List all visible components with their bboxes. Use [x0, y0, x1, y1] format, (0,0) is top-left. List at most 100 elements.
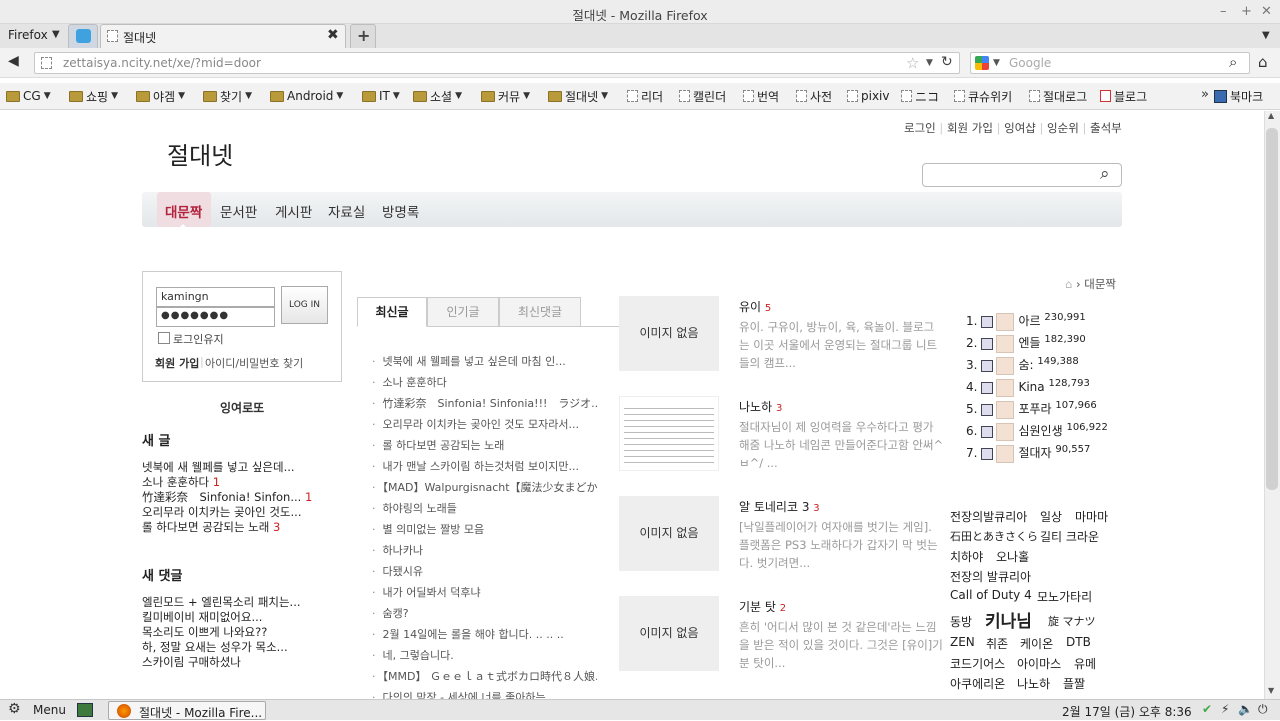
desktop-icon[interactable]: [77, 703, 93, 717]
latest-item[interactable]: 내가 맨날 스카이림 하는것처럼 보이지만...: [372, 458, 597, 474]
tag-link[interactable]: DTB: [1066, 635, 1091, 649]
scroll-up-icon[interactable]: ▲: [1268, 111, 1274, 120]
tag-link[interactable]: 전장의발큐리아: [950, 508, 1027, 525]
back-arrow-icon[interactable]: ◀: [8, 53, 19, 69]
start-menu-button[interactable]: Menu: [33, 703, 66, 717]
bookmark-folder-games[interactable]: 야겜 ▼: [136, 87, 185, 105]
url-bar[interactable]: zettaisya.ncity.net/xe/?mid=door ☆ ▼ ↻: [34, 52, 960, 74]
minimize-icon[interactable]: –: [1220, 4, 1227, 19]
card-title[interactable]: 유이 5: [739, 298, 771, 315]
latest-item[interactable]: 【MAD】Walpurgisnacht【魔法少女まどか☆...: [372, 479, 598, 495]
tab-latest[interactable]: 최신글: [357, 297, 427, 327]
bookmark-translate[interactable]: 번역: [743, 87, 779, 105]
engine-dropdown-icon[interactable]: ▼: [993, 58, 1000, 68]
breadcrumb-current[interactable]: 대문짝: [1084, 277, 1116, 291]
tag-link[interactable]: 플짤: [1063, 675, 1085, 692]
new-comment-item[interactable]: 하, 정말 요새는 성우가 목소...: [142, 640, 288, 655]
tag-link[interactable]: 모노가타리: [1037, 588, 1092, 605]
latest-item[interactable]: 소나 훈훈하다: [372, 374, 597, 390]
latest-item[interactable]: 다의의 막장 - 세상에 너를 좋아하는: [372, 689, 597, 699]
menu-item-guestbook[interactable]: 방명록: [382, 201, 419, 221]
tag-link[interactable]: ZEN: [950, 635, 975, 649]
tag-link[interactable]: 아이마스: [1017, 655, 1061, 672]
bookmark-folder-zettai[interactable]: 절대넷 ▼: [548, 87, 608, 105]
new-comment-item[interactable]: 스카이림 구매하셨나: [142, 655, 241, 670]
taskbar-window-firefox[interactable]: 절대넷 - Mozilla Fire...: [108, 701, 266, 720]
search-bar[interactable]: ▼ Google ⌕: [970, 52, 1250, 74]
latest-item[interactable]: 네, 그렇습니다.: [372, 647, 597, 663]
find-account-link[interactable]: 아이디/비밀번호 찾기: [205, 355, 303, 371]
new-comment-item[interactable]: 목소리도 이쁘게 나와요??: [142, 625, 267, 640]
bookmark-folder-cg[interactable]: CG ▼: [6, 87, 51, 105]
search-input[interactable]: Google: [1009, 56, 1051, 70]
shop-link[interactable]: 잉여샵: [1004, 121, 1036, 135]
lotto-link[interactable]: 잉여로또: [220, 399, 264, 416]
bookmark-folder-search[interactable]: 찾기 ▼: [203, 87, 252, 105]
reload-icon[interactable]: ↻: [941, 54, 953, 70]
ranking-item[interactable]: 4. Kina 128,793: [966, 378, 1090, 397]
tag-link[interactable]: 일상: [1040, 508, 1062, 525]
bookmark-folder-android[interactable]: Android ▼: [270, 87, 343, 105]
latest-item[interactable]: 오리무라 이치카는 곶아인 것도 모자라서...: [372, 416, 597, 432]
latest-item[interactable]: 하나카나: [372, 542, 597, 558]
tag-link[interactable]: 石田とあきさくら: [950, 528, 1038, 544]
tag-link[interactable]: 치하야: [950, 548, 983, 565]
site-search-input[interactable]: ⌕: [922, 163, 1122, 187]
tag-link[interactable]: 케이온: [1020, 635, 1053, 652]
bookmark-nico[interactable]: ニコ: [901, 87, 939, 105]
bookmark-reader[interactable]: 리더: [627, 87, 663, 105]
menu-item-files[interactable]: 자료실: [328, 201, 365, 221]
tab-active[interactable]: 절대넷 ✖: [100, 24, 346, 48]
close-window-icon[interactable]: ✕: [1261, 4, 1272, 19]
latest-item[interactable]: 竹達彩奈 Sinfonia! Sinfonia!!! ラジオ...: [372, 395, 598, 411]
bookmark-calendar[interactable]: 캘린더: [679, 87, 726, 105]
login-link[interactable]: 로그인: [904, 121, 936, 135]
menu-item-board[interactable]: 게시판: [275, 201, 312, 221]
search-icon[interactable]: ⌕: [1100, 164, 1110, 184]
ranking-item[interactable]: 1. 아르 230,991: [966, 312, 1086, 331]
bookmark-blog[interactable]: 블로그: [1100, 87, 1147, 105]
bookmark-folder-social[interactable]: 소셜 ▼: [413, 87, 462, 105]
power-icon[interactable]: ⏻: [1258, 702, 1268, 717]
latest-item[interactable]: 하야링의 노래들: [372, 500, 597, 516]
tag-link[interactable]: 동방: [950, 613, 972, 630]
new-comment-item[interactable]: 킬미베이비 재미없어요...: [142, 610, 262, 625]
tab-popular[interactable]: 인기글: [427, 297, 499, 327]
clock[interactable]: 2월 17일 (금) 오후 8:36: [1062, 703, 1192, 720]
home-icon[interactable]: ⌂: [1258, 53, 1268, 71]
new-comment-item[interactable]: 엘린모드 + 엘린목소리 패치는...: [142, 595, 301, 610]
new-post-item[interactable]: 오리무라 이치카는 곶아인 것도...: [142, 505, 301, 520]
card-thumbnail[interactable]: 이미지 없음: [619, 296, 719, 371]
scroll-down-icon[interactable]: ▼: [1268, 686, 1274, 695]
tag-link[interactable]: 코드기어스: [950, 655, 1005, 672]
bookmark-folder-community[interactable]: 커뮤 ▼: [481, 87, 530, 105]
signup-link[interactable]: 회원 가입: [155, 355, 199, 371]
tag-link[interactable]: 아쿠에리온: [950, 675, 1005, 692]
signup-link[interactable]: 회원 가입: [947, 121, 993, 135]
ranking-item[interactable]: 5. 포푸라 107,966: [966, 400, 1097, 419]
chevron-down-icon[interactable]: ▼: [52, 29, 60, 40]
tag-link[interactable]: 취존: [986, 635, 1008, 652]
latest-item[interactable]: 【MMD】 Ｇｅｅｌａｔ式ボカロ時代８人娘...: [372, 668, 598, 684]
search-icon[interactable]: ⌕: [1229, 53, 1237, 71]
bookmarks-menu-button[interactable]: 북마크: [1214, 87, 1263, 105]
card-thumbnail[interactable]: 이미지 없음: [619, 596, 719, 671]
keep-login-checkbox[interactable]: [158, 332, 170, 344]
latest-item[interactable]: 2월 14일에는 롤을 해야 합니다. .. .. ..: [372, 626, 597, 642]
new-post-item[interactable]: 竹達彩奈 Sinfonia! Sinfon... 1: [142, 490, 312, 505]
site-identity-icon[interactable]: [41, 57, 52, 69]
tag-link[interactable]: 旋 マナツ: [1048, 613, 1096, 629]
ranking-item[interactable]: 2. 엔들 182,390: [966, 334, 1086, 353]
card-thumbnail[interactable]: 이미지 없음: [619, 496, 719, 571]
home-icon[interactable]: ⌂: [1065, 277, 1072, 291]
card-thumbnail-image[interactable]: [619, 396, 719, 471]
tag-link[interactable]: 마마마: [1075, 508, 1108, 525]
bookmark-dictionary[interactable]: 사전: [796, 87, 832, 105]
menu-item-home[interactable]: 대문짝: [165, 201, 202, 221]
google-engine-icon[interactable]: [975, 56, 989, 70]
login-button[interactable]: LOG IN: [281, 286, 328, 324]
ranking-item[interactable]: 3. 숨: 149,388: [966, 356, 1079, 375]
card-title[interactable]: 기분 탓 2: [739, 598, 786, 615]
latest-item[interactable]: 롤 하다보면 공감되는 노래: [372, 437, 597, 453]
ranking-item[interactable]: 7. 절대자 90,557: [966, 444, 1090, 463]
